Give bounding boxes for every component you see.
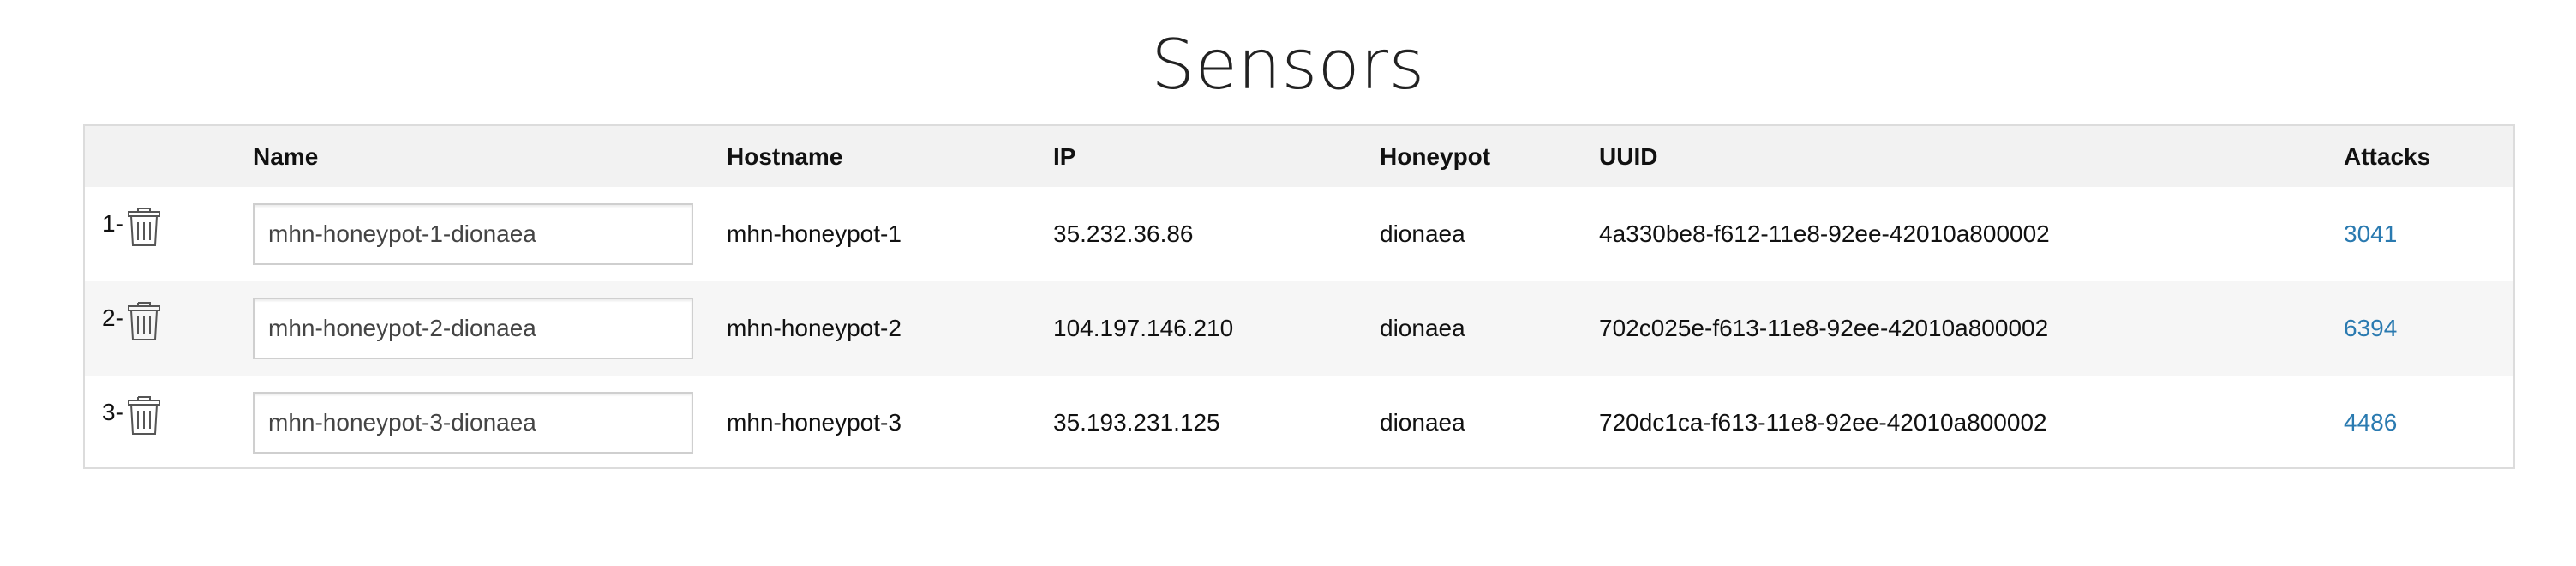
- header-ip: IP: [1053, 142, 1076, 170]
- sensors-page: Sensors Name Hostname IP Honeypot UUID A…: [0, 0, 2576, 566]
- honeypot-cell: dionaea: [1380, 409, 1465, 436]
- ip-cell: 35.232.36.86: [1053, 220, 1194, 247]
- header-uuid: UUID: [1599, 142, 1658, 170]
- row-index-cell: 2-: [85, 281, 253, 376]
- trash-icon[interactable]: [127, 394, 161, 437]
- sensor-name-input[interactable]: [253, 203, 693, 265]
- uuid-cell: 702c025e-f613-11e8-92ee-42010a800002: [1599, 315, 2049, 341]
- header-name: Name: [253, 142, 319, 170]
- attacks-cell: 6394: [2344, 281, 2513, 376]
- sensor-name-input[interactable]: [253, 298, 693, 359]
- table-row: 3- mhn-honeypot-3-dionaea mhn-honeypot-3…: [85, 376, 2513, 470]
- table-row: 1- mhn-honeypot-1-dionaea mhn-honeypot-1…: [85, 187, 2513, 281]
- honeypot-cell: dionaea: [1380, 220, 1465, 247]
- name-cell: [253, 281, 727, 376]
- sensors-table: Name Hostname IP Honeypot UUID Attacks 1…: [85, 126, 2513, 470]
- hostname-cell: mhn-honeypot-2: [727, 315, 902, 341]
- attacks-link[interactable]: 6394: [2344, 315, 2397, 341]
- table-row: 2- mhn-honeypot-2-dionaea mhn-honeypot-2…: [85, 281, 2513, 376]
- trash-icon[interactable]: [127, 299, 161, 342]
- header-index: [85, 126, 253, 187]
- hostname-cell: mhn-honeypot-3: [727, 409, 902, 436]
- row-number: 3-: [102, 399, 123, 425]
- sensors-table-container: Name Hostname IP Honeypot UUID Attacks 1…: [83, 124, 2515, 469]
- header-attacks: Attacks: [2344, 142, 2431, 170]
- row-index-cell: 1-: [85, 187, 253, 281]
- header-honeypot: Honeypot: [1380, 142, 1491, 170]
- name-cell: [253, 187, 727, 281]
- row-index-cell: 3-: [85, 376, 253, 470]
- row-number: 1-: [102, 210, 123, 237]
- uuid-cell: 720dc1ca-f613-11e8-92ee-42010a800002: [1599, 409, 2047, 436]
- header-hostname: Hostname: [727, 142, 843, 170]
- attacks-cell: 4486: [2344, 376, 2513, 470]
- attacks-cell: 3041: [2344, 187, 2513, 281]
- attacks-link[interactable]: 4486: [2344, 409, 2397, 436]
- row-number: 2-: [102, 304, 123, 331]
- sensor-name-input[interactable]: [253, 392, 693, 454]
- uuid-cell: 4a330be8-f612-11e8-92ee-42010a800002: [1599, 220, 2050, 247]
- ip-cell: 35.193.231.125: [1053, 409, 1220, 436]
- honeypot-cell: dionaea: [1380, 315, 1465, 341]
- table-header-row: Name Hostname IP Honeypot UUID Attacks: [85, 126, 2513, 187]
- hostname-cell: mhn-honeypot-1: [727, 220, 902, 247]
- name-cell: [253, 376, 727, 470]
- page-title: Sensors: [1151, 25, 1425, 105]
- trash-icon[interactable]: [127, 205, 161, 248]
- attacks-link[interactable]: 3041: [2344, 220, 2397, 247]
- ip-cell: 104.197.146.210: [1053, 315, 1234, 341]
